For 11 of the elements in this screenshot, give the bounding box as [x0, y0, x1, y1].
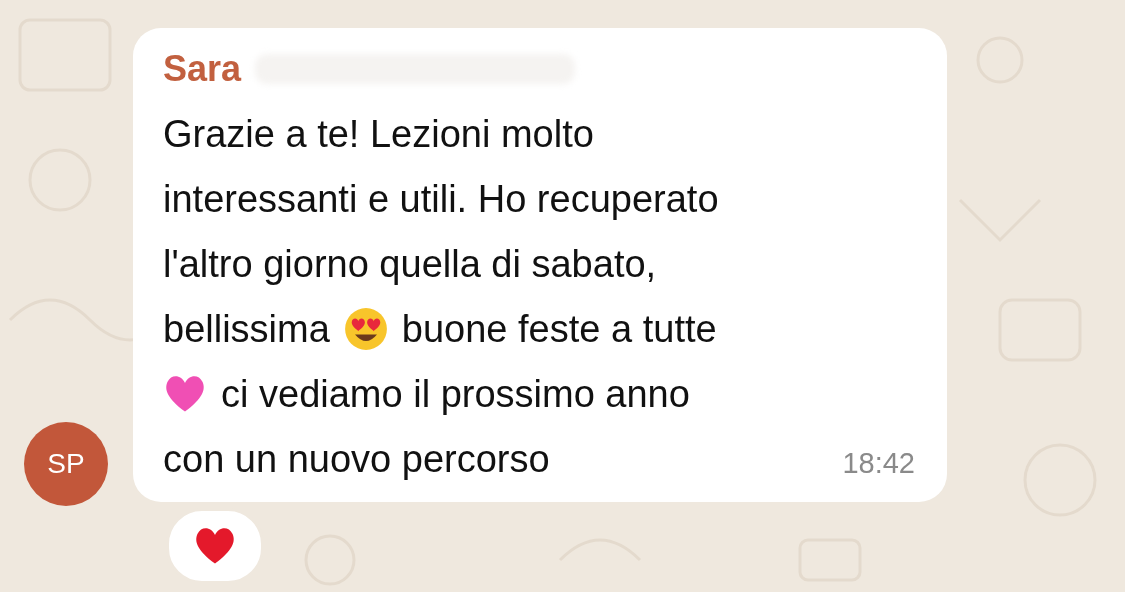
message-text: Grazie a te! Lezioni molto	[163, 112, 594, 157]
message-text: bellissima	[163, 307, 330, 352]
message-text: interessanti e utili. Ho recuperato	[163, 177, 719, 222]
message-text: con un nuovo percorso	[163, 437, 550, 482]
avatar[interactable]: SP	[24, 422, 108, 506]
message-time: 18:42	[842, 447, 915, 480]
message-text: l'altro giorno quella di sabato,	[163, 242, 657, 287]
message-text: buone feste a tutte	[401, 307, 717, 352]
sender-name: Sara	[163, 48, 242, 90]
message-text: ci vediamo il prossimo anno	[221, 372, 690, 417]
heart-eyes-face-icon	[343, 307, 388, 351]
